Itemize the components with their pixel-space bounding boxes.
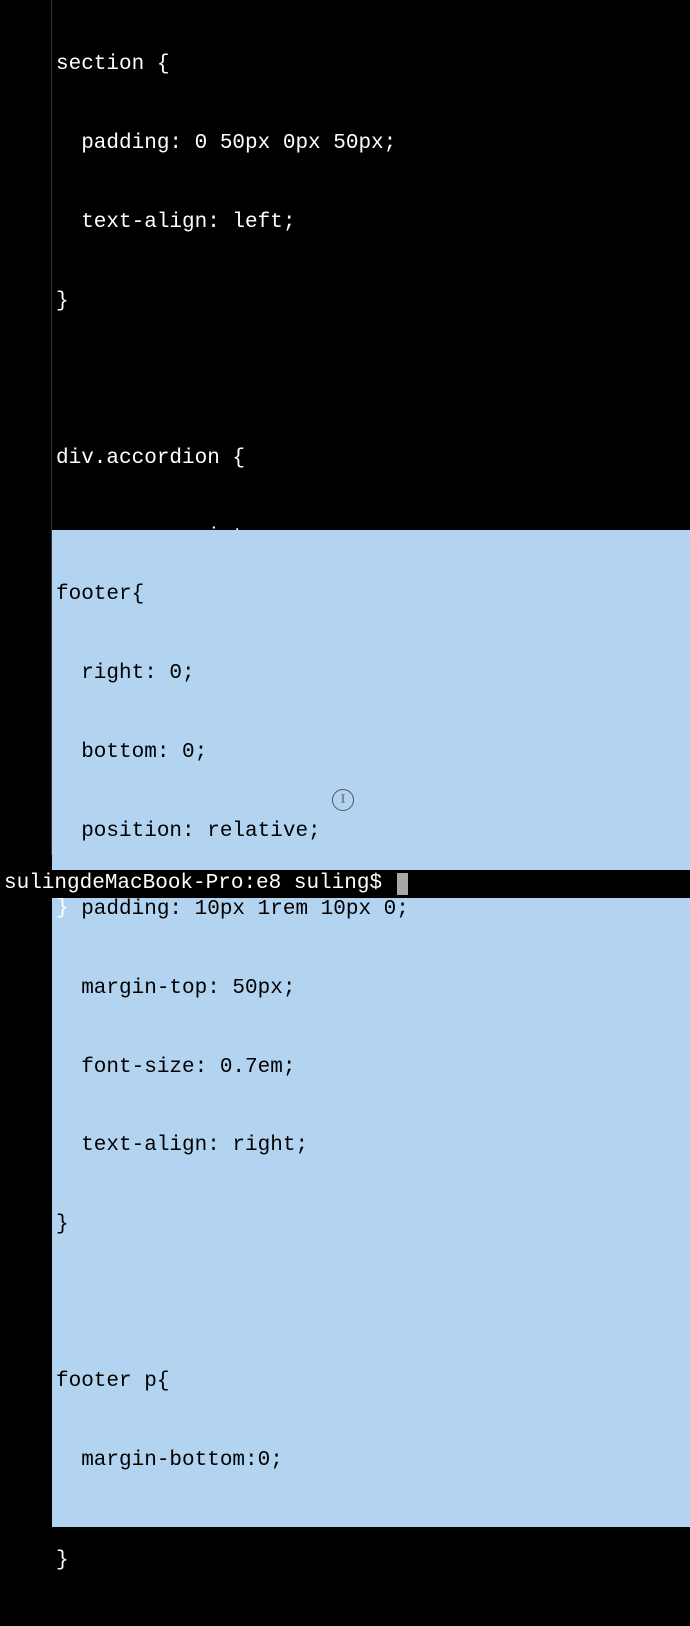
code-lines-after: } [52, 844, 690, 975]
code-line: } [56, 1212, 690, 1238]
code-line [56, 367, 690, 393]
code-line: text-align: left; [56, 210, 690, 236]
code-content-area[interactable]: section { padding: 0 50px 0px 50px; text… [52, 0, 690, 855]
code-line: text-align: right; [56, 1133, 690, 1159]
code-line: font-size: 0.7em; [56, 1055, 690, 1081]
code-line: position: relative; [56, 819, 690, 845]
code-line [56, 1291, 690, 1317]
code-line: } [56, 289, 690, 315]
selected-text-block[interactable]: footer{ right: 0; bottom: 0; position: r… [52, 530, 690, 1527]
code-line: } [56, 897, 690, 923]
code-line: padding: 0 50px 0px 50px; [56, 131, 690, 157]
code-line: footer{ [56, 583, 690, 609]
code-line: footer p{ [56, 1369, 690, 1395]
shell-prompt-line[interactable]: sulingdeMacBook-Pro:e8 suling$ [0, 870, 690, 898]
code-line: section { [56, 53, 690, 79]
code-line: margin-bottom:0; [56, 1448, 690, 1474]
code-line: bottom: 0; [56, 740, 690, 766]
shell-prompt-text: sulingdeMacBook-Pro:e8 suling$ [4, 871, 395, 897]
shell-cursor [397, 873, 408, 895]
code-line: right: 0; [56, 661, 690, 687]
code-line: div.accordion { [56, 446, 690, 472]
code-line: margin-top: 50px; [56, 976, 690, 1002]
code-line: } [56, 1548, 690, 1574]
line-number-gutter [0, 0, 52, 855]
terminal-editor[interactable]: section { padding: 0 50px 0px 50px; text… [0, 0, 690, 855]
